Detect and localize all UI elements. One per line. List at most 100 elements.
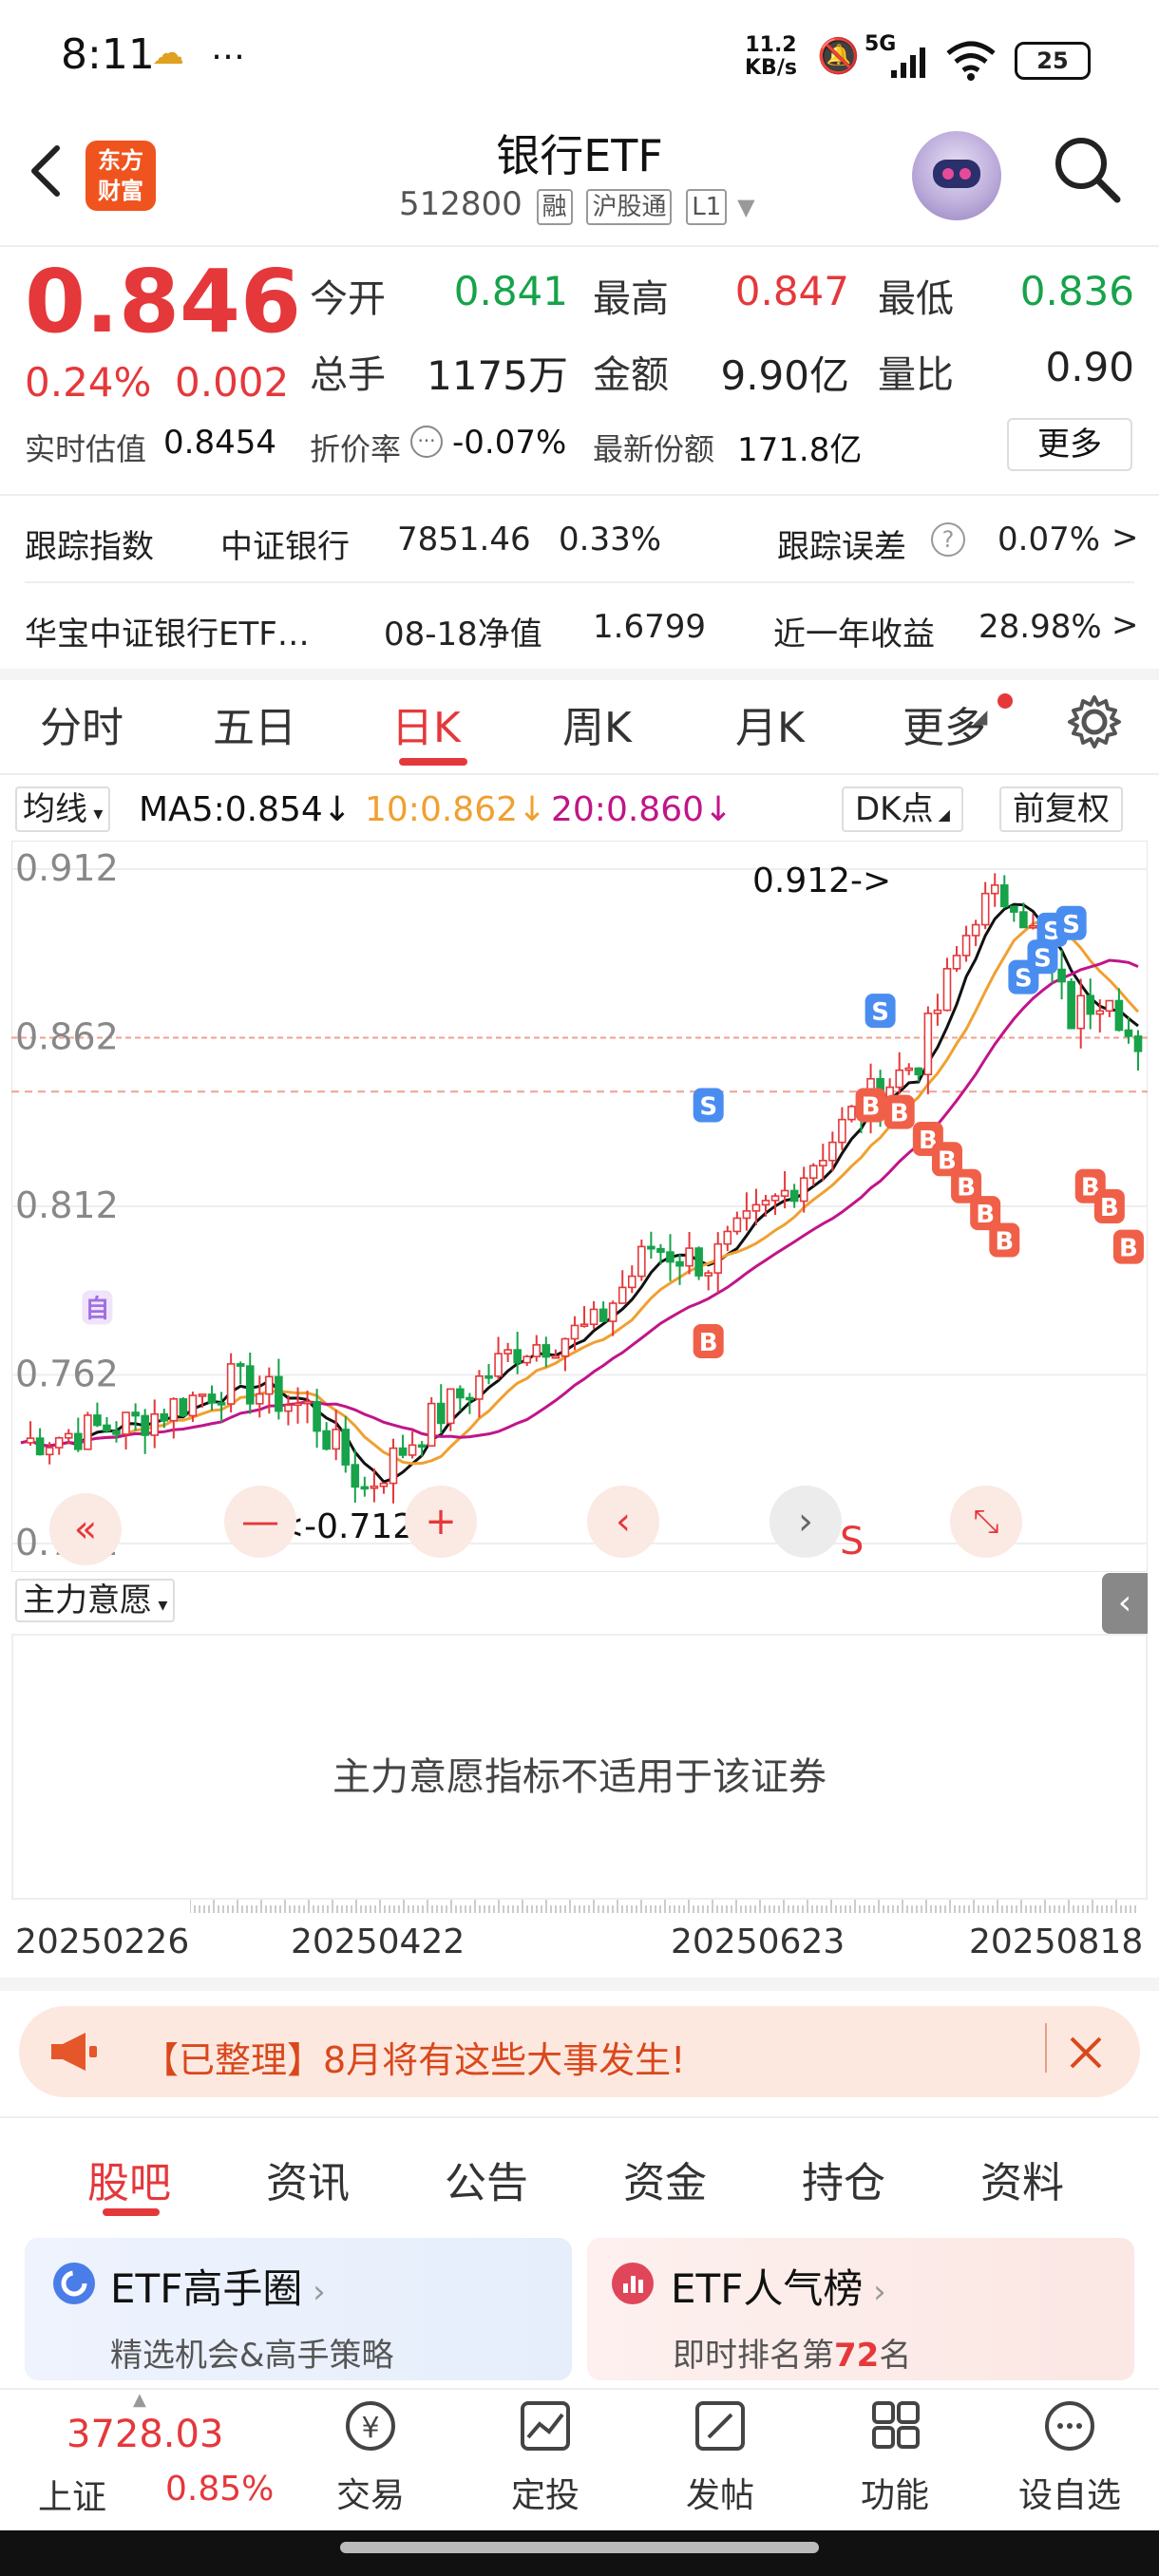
candle-body	[1124, 1029, 1133, 1037]
candle-body	[589, 1308, 598, 1326]
x-tick-label: 20250623	[671, 1923, 846, 1961]
nav-post[interactable]: 发帖	[663, 2397, 777, 2517]
candle-body	[828, 1141, 837, 1162]
banner-text[interactable]: 【已整理】8月将有这些大事发生!	[142, 2031, 685, 2083]
scroll-left-icon[interactable]: ‹	[587, 1486, 659, 1558]
market-index-pct[interactable]: 0.85%	[165, 2470, 274, 2509]
candle-body	[770, 1195, 780, 1202]
ma-selector[interactable]: 均线 ▾	[15, 786, 111, 832]
tab-underline	[399, 758, 467, 766]
candle-body	[303, 1400, 312, 1405]
candle-body	[408, 1444, 417, 1456]
zoom-in-icon[interactable]: +	[405, 1486, 477, 1558]
y-tick-label: 0.912	[15, 847, 119, 889]
candle-body	[93, 1414, 102, 1427]
candle-body	[1105, 999, 1114, 1013]
candle-body	[122, 1411, 130, 1435]
scroll-left-fast-icon[interactable]: «	[49, 1493, 122, 1565]
candle-body	[942, 968, 952, 1012]
signal-marker-label: S	[871, 998, 889, 1027]
candle-body	[74, 1432, 83, 1450]
search-icon[interactable]	[1049, 131, 1125, 207]
nav-label: 08-18净值	[384, 616, 542, 653]
candle-body	[417, 1444, 427, 1449]
candle-body	[275, 1375, 283, 1412]
market-index-name[interactable]: 上证	[38, 2470, 106, 2519]
candle-body	[398, 1447, 408, 1456]
chevron-right-icon[interactable]: >	[1112, 519, 1139, 557]
ma10-value: 10:0.862↓	[365, 790, 547, 829]
candle-body	[618, 1286, 627, 1304]
adjust-selector[interactable]: 前复权	[999, 786, 1123, 832]
tab-profile[interactable]: 资料	[980, 2149, 1064, 2209]
candle-body	[370, 1485, 379, 1489]
sub-indicator-notice: 主力意愿指标不适用于该证券	[332, 1755, 826, 1799]
est-label: 实时估值	[25, 431, 147, 467]
help-icon[interactable]: ?	[931, 522, 965, 557]
nav-invest-plan[interactable]: 定投	[488, 2397, 602, 2517]
candle-body	[294, 1402, 302, 1407]
candle-body	[103, 1424, 111, 1432]
status-bar: 8:11 ☁ … 11.2 KB/s 🔕 5G 25	[0, 0, 1159, 114]
close-icon[interactable]	[1066, 2033, 1106, 2073]
candle-body	[685, 1247, 694, 1267]
sub-indicator-selector[interactable]: 主力意愿 ▾	[15, 1579, 176, 1622]
scroll-right-icon[interactable]: ›	[770, 1486, 842, 1558]
discount-label: 折价率	[310, 431, 402, 467]
tab-forum[interactable]: 股吧	[87, 2149, 171, 2209]
fullscreen-icon[interactable]: ⤡	[950, 1486, 1022, 1558]
k-line-chart[interactable]: SBSB BBBBBBSSS SBBB自 0.9120.8620.8120.7620…	[11, 841, 1148, 1572]
candle-body	[732, 1217, 742, 1233]
more-button[interactable]: 更多	[1007, 418, 1132, 471]
candle-body	[580, 1323, 589, 1328]
nav-trade[interactable]: ¥ 交易	[314, 2397, 428, 2517]
tab-holdings[interactable]: 持仓	[802, 2149, 885, 2209]
tab-five-day[interactable]: 五日	[213, 693, 296, 754]
ma20-value: 20:0.860↓	[551, 790, 733, 829]
open-label: 今开	[310, 277, 386, 321]
change-percent: 0.24%	[25, 359, 152, 406]
info-icon[interactable]: ···	[410, 426, 443, 458]
tracking-index-name[interactable]: 中证银行	[220, 521, 350, 567]
signal-marker-label: B	[995, 1228, 1014, 1257]
mute-icon: 🔕	[817, 37, 860, 76]
candle-body	[789, 1189, 799, 1203]
candle-body	[923, 1013, 933, 1076]
candle-body	[45, 1447, 54, 1456]
tracking-error-value[interactable]: 0.07%	[998, 521, 1100, 559]
tab-funds[interactable]: 资金	[623, 2149, 707, 2209]
dk-selector[interactable]: DK点 ◢	[842, 786, 963, 832]
market-index-value[interactable]: 3728.03	[66, 2413, 223, 2456]
chevron-right-icon[interactable]: >	[1112, 606, 1139, 644]
return-value[interactable]: 28.98%	[978, 608, 1102, 646]
fund-name[interactable]: 华宝中证银行ETF…	[25, 608, 310, 654]
signal-marker-label: 自	[85, 1295, 109, 1324]
settings-gear-icon[interactable]	[1066, 693, 1123, 750]
candle-body	[847, 1106, 856, 1121]
s-marker-label: S	[840, 1520, 864, 1563]
candle-body	[904, 1067, 914, 1071]
nav-add-watchlist[interactable]: 设自选	[1013, 2397, 1127, 2517]
tracking-index-pct: 0.33%	[559, 521, 662, 559]
tab-monthly-k[interactable]: 月K	[735, 693, 805, 754]
collapse-panel-icon[interactable]: ‹	[1102, 1573, 1148, 1634]
home-indicator[interactable]	[340, 2542, 819, 2553]
zoom-out-icon[interactable]: —	[224, 1486, 296, 1558]
assistant-avatar-icon[interactable]	[912, 131, 1001, 220]
change-amount: 0.002	[175, 359, 290, 406]
caret-up-icon: ▲	[133, 2390, 146, 2410]
candle-body	[322, 1430, 331, 1450]
tab-daily-k[interactable]: 日K	[391, 693, 461, 754]
tracking-index-value: 7851.46	[397, 521, 531, 559]
tab-news[interactable]: 资讯	[266, 2149, 350, 2209]
signal-marker-label: S	[1062, 911, 1080, 939]
nav-functions[interactable]: 功能	[838, 2397, 952, 2517]
tab-intraday[interactable]: 分时	[40, 693, 124, 754]
candle-body	[761, 1200, 770, 1206]
candle-body	[160, 1412, 169, 1422]
section-gap	[0, 1978, 1159, 1991]
tag-level[interactable]: L1	[686, 189, 728, 225]
chevron-down-icon[interactable]: ▼	[737, 194, 754, 220]
tab-announcements[interactable]: 公告	[445, 2149, 528, 2209]
tab-weekly-k[interactable]: 周K	[562, 693, 632, 754]
